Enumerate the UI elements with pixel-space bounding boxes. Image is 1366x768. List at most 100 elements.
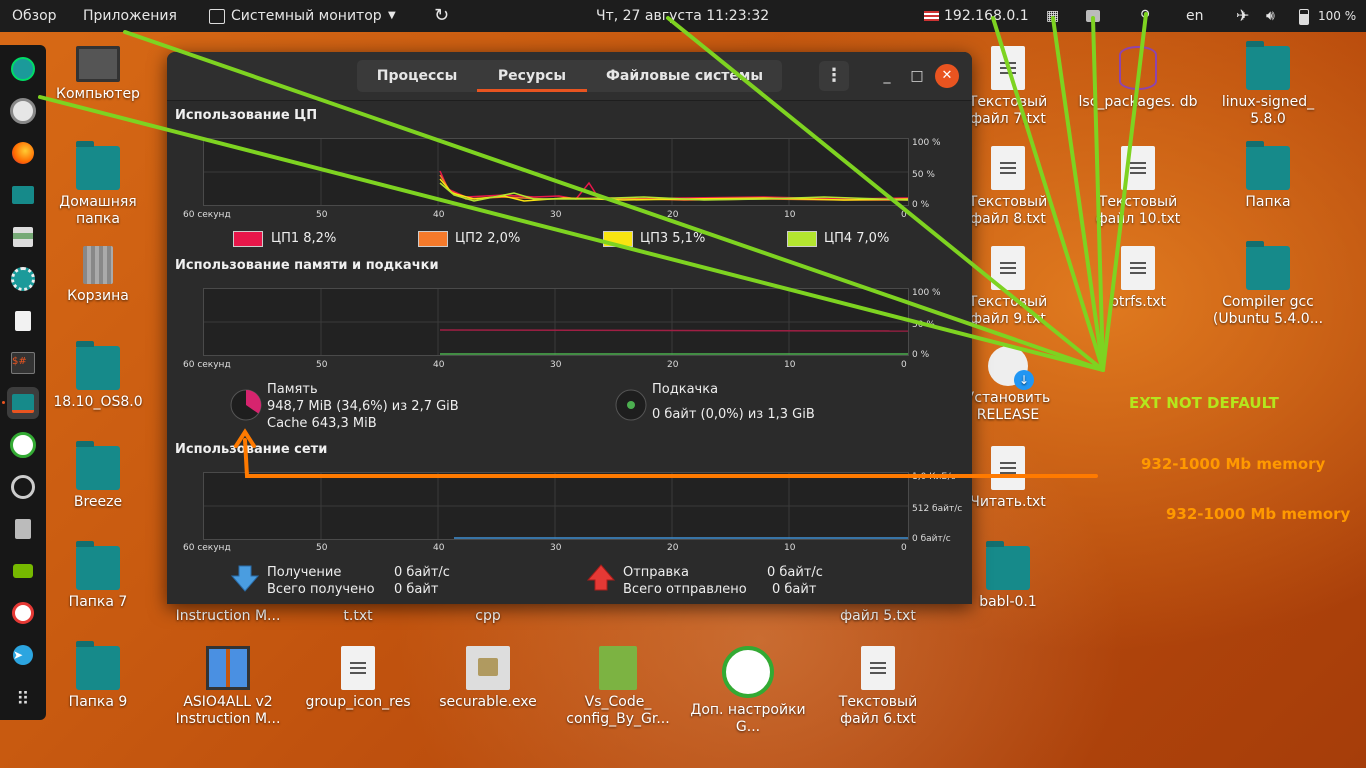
tab-resources[interactable]: Ресурсы [477, 60, 587, 92]
desktop-icon-partial[interactable]: cpp [428, 608, 548, 625]
annotation-ext: EXT NOT DEFAULT [1129, 394, 1279, 412]
cpu4-color-swatch[interactable] [787, 231, 817, 247]
memory-line [439, 329, 908, 332]
desktop-icon-label: lsc_packages. db [1078, 94, 1198, 110]
keyboard-layout[interactable]: en [1186, 0, 1204, 32]
system-monitor-icon[interactable] [7, 387, 39, 419]
desktop-icon-trash[interactable]: Корзина [38, 246, 158, 305]
send-arrow-icon[interactable] [587, 564, 615, 592]
desktop-icon-folder[interactable]: Breeze [38, 441, 158, 511]
zip-icon [599, 646, 637, 690]
nvidia-icon[interactable] [7, 555, 39, 587]
desktop-icon-folder[interactable]: linux-signed_ 5.8.0 [1208, 41, 1328, 128]
battery-icon[interactable] [1299, 9, 1309, 25]
text-file-icon [991, 46, 1025, 90]
desktop-icon-archive[interactable]: Vs_Code_ config_By_Gr... [558, 646, 678, 728]
ip-address[interactable]: 192.168.0.1 [944, 0, 1029, 32]
desktop-icon-label: 18.10_OS8.0 [53, 394, 143, 410]
desktop-icon-folder[interactable]: 18.10_OS8.0 [38, 341, 158, 411]
firefox-icon[interactable] [7, 137, 39, 169]
tab-processes[interactable]: Процессы [357, 60, 477, 92]
cpu1-color-swatch[interactable] [233, 231, 263, 247]
gimp-icon[interactable] [7, 429, 39, 461]
cpu2-color-swatch[interactable] [418, 231, 448, 247]
desktop-icon-partial[interactable]: ASIO4ALL v2 Instruction M... [168, 608, 288, 628]
network-x-tick: 60 секунд [183, 543, 231, 553]
desktop-icon-folder[interactable]: Папка 9 [38, 641, 158, 711]
files-icon[interactable] [7, 179, 39, 211]
layout-icon[interactable]: ▦ [1046, 0, 1059, 32]
memory-pie[interactable] [230, 389, 262, 421]
desktop-icon-file[interactable]: group_icon_res [298, 646, 418, 711]
search-app-icon[interactable] [7, 597, 39, 629]
database-icon [1119, 46, 1157, 90]
airplane-icon[interactable]: ✈ [1236, 0, 1249, 32]
refresh-icon[interactable]: ↻ [434, 0, 449, 32]
cpu-x-tick: 50 [316, 210, 328, 220]
desktop-icon-label: Vs_Code_ config_By_Gr... [566, 694, 670, 727]
activities-button[interactable]: Обзор [12, 0, 57, 32]
show-apps-icon[interactable]: ⠿ [7, 683, 39, 715]
applications-menu[interactable]: Приложения [83, 0, 177, 32]
cpu-section-title: Использование ЦП [175, 108, 318, 123]
desktop-icon-exe[interactable]: securable.exe [428, 646, 548, 711]
desktop-icon-file[interactable]: Текстовый файл 10.txt [1078, 146, 1198, 228]
terminal-icon[interactable]: $# [7, 347, 39, 379]
lock-icon [466, 646, 510, 690]
minimize-button[interactable]: _ [875, 64, 899, 88]
tab-file-systems[interactable]: Файловые системы [587, 60, 782, 92]
receive-arrow-icon[interactable] [231, 564, 259, 592]
desktop-icon-home[interactable]: Домашняя папка [38, 141, 158, 228]
network-icon[interactable]: ⚲ [1140, 0, 1150, 32]
cpu3-legend: ЦП3 5,1% [640, 231, 705, 246]
desktop-icon-partial[interactable]: файл 5.txt [818, 608, 938, 625]
text-file-icon [991, 146, 1025, 190]
desktop-icon-partial[interactable]: t.txt [298, 608, 418, 625]
memory-x-tick: 60 секунд [183, 360, 231, 370]
volume-icon[interactable]: 🔊︎ [1266, 0, 1275, 32]
desktop-icon-label: Compiler gcc (Ubuntu 5.4.0... [1212, 294, 1324, 327]
swap-pie[interactable] [615, 389, 647, 421]
desktop-icon-computer[interactable]: Компьютер [38, 46, 158, 103]
desktop-icon-file[interactable]: Текстовый файл 6.txt [818, 646, 938, 728]
system-monitor-icon [209, 9, 225, 24]
storage-icon[interactable] [1086, 10, 1100, 22]
menu-button[interactable]: ⋮ [819, 61, 849, 91]
battery-percent[interactable]: 100 % [1318, 0, 1356, 32]
desktop-icon-folder[interactable]: Папка [1208, 141, 1328, 211]
maximize-button[interactable]: □ [905, 64, 929, 88]
desktop-icon-folder[interactable]: Папка 7 [38, 541, 158, 611]
gear-app-icon[interactable] [7, 263, 39, 295]
disc-icon[interactable] [7, 95, 39, 127]
receive-total: 0 байт [394, 582, 439, 597]
camera-icon[interactable] [7, 471, 39, 503]
receive-label: Получение [267, 565, 342, 580]
clock[interactable]: Чт, 27 августа 11:23:32 [596, 0, 769, 32]
telegram-icon[interactable]: ➤ [7, 639, 39, 671]
memory-y-tick: 50 % [912, 320, 935, 330]
archive-icon[interactable] [7, 221, 39, 253]
app-menu[interactable]: Системный монитор [231, 0, 382, 32]
swap-value: 0 байт (0,0%) из 1,3 GiB [652, 407, 815, 422]
desktop-icon-settings[interactable]: Доп. настройки G... [688, 646, 808, 736]
folder-icon [76, 641, 120, 690]
desktop-icon-label: Текстовый файл 6.txt [838, 694, 918, 727]
cpu1-legend: ЦП1 8,2% [271, 231, 336, 246]
network-x-tick: 10 [784, 543, 796, 553]
dock-app-1-icon[interactable] [7, 53, 39, 85]
desktop-icon-db[interactable]: lsc_packages. db [1078, 46, 1198, 111]
disk-icon[interactable] [7, 513, 39, 545]
desktop-icon-label: Текстовый файл 10.txt [1095, 194, 1181, 227]
document-icon[interactable] [7, 305, 39, 337]
close-button[interactable]: ✕ [935, 64, 959, 88]
running-indicator [2, 401, 5, 404]
desktop-icon-folder[interactable]: Compiler gcc (Ubuntu 5.4.0... [1208, 241, 1328, 328]
desktop-icon-app[interactable]: ASIO4ALL v2 Instruction M... [168, 646, 288, 728]
cpu3-color-swatch[interactable] [603, 231, 633, 247]
desktop-icon-label: Доп. настройки G... [690, 702, 806, 735]
desktop-icon-label: linux-signed_ 5.8.0 [1221, 94, 1315, 127]
network-x-tick: 20 [667, 543, 679, 553]
cpu2-name: ЦП2 [455, 231, 484, 246]
desktop-icon-label: t.txt [343, 608, 373, 624]
desktop-icon-file[interactable]: btrfs.txt [1078, 246, 1198, 311]
